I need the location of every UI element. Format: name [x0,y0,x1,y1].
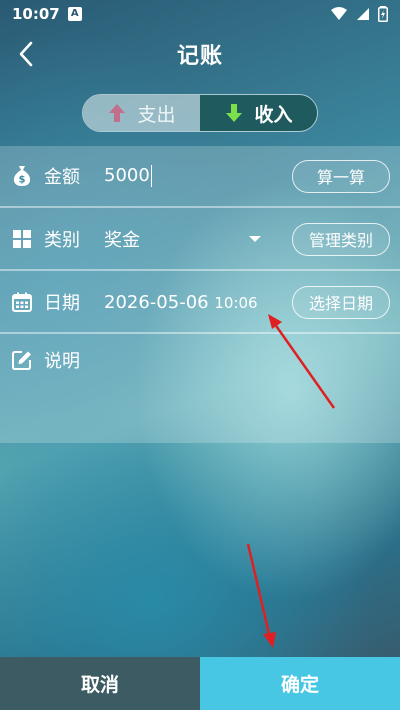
chevron-left-icon [19,41,33,67]
tab-income[interactable]: 收入 [200,95,317,131]
grid-icon [11,228,33,250]
arrow-up-icon [109,104,126,122]
time-text: 10:06 [214,293,258,312]
text-cursor [150,165,153,187]
cancel-button[interactable]: 取消 [0,657,200,710]
calendar-icon [11,291,33,313]
divider [0,206,400,208]
select-date-button[interactable]: 选择日期 [292,285,390,319]
date-text: 2026-05-06 [104,291,209,313]
date-row: 日期 2026-05-06 10:06 选择日期 [0,272,400,332]
bottom-bar: 取消 确定 [0,657,400,710]
status-time: 10:07 [12,5,60,23]
note-row[interactable]: 说明 [0,335,400,385]
back-button[interactable] [10,38,42,70]
date-label: 日期 [44,293,80,314]
edit-icon [11,349,33,371]
tab-income-label: 收入 [254,103,293,126]
caret-down-icon[interactable] [249,236,261,242]
date-value[interactable]: 2026-05-06 10:06 [104,292,258,313]
nav-bar: 记账 [0,28,400,80]
confirm-button[interactable]: 确定 [200,657,400,710]
divider [0,269,400,271]
manage-category-button[interactable]: 管理类别 [292,222,390,256]
amount-row: $ 金额 5000 算一算 [0,146,400,206]
calculate-button[interactable]: 算一算 [292,159,390,193]
svg-text:$: $ [19,175,26,186]
notification-badge-icon: A [67,7,82,21]
tab-expense-label: 支出 [137,103,176,126]
wifi-icon [331,7,347,20]
category-select[interactable]: 奖金 [104,226,140,252]
category-row: 类别 奖金 管理类别 [0,209,400,269]
type-segment-control: 支出 收入 [82,94,318,132]
amount-input[interactable]: 5000 [104,165,153,187]
page-title: 记账 [176,44,223,69]
divider [0,332,400,334]
amount-value: 5000 [104,165,150,186]
amount-label: 金额 [44,167,80,188]
signal-icon [357,8,369,20]
arrow-down-icon [226,104,243,122]
tab-expense[interactable]: 支出 [83,95,200,131]
category-label: 类别 [44,230,80,251]
note-label: 说明 [44,351,80,372]
annotation-arrow-icon [246,543,276,648]
money-bag-icon: $ [11,165,33,187]
status-icons [330,6,388,22]
status-bar: 10:07 A [0,0,400,28]
battery-icon [378,6,388,22]
